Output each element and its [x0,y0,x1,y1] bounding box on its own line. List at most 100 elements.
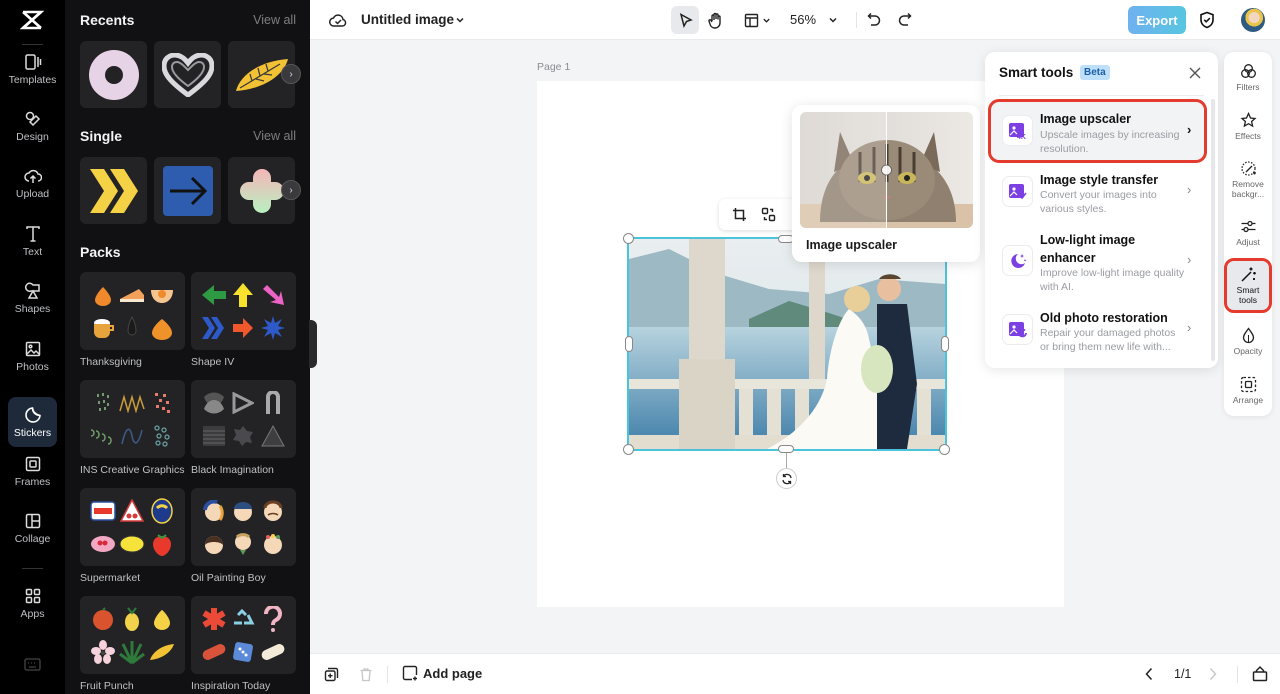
hand-tool-button[interactable] [706,10,726,30]
resize-handle-bottom-left[interactable] [623,444,634,455]
layout-menu-button[interactable] [740,10,774,30]
add-page-button[interactable]: Add page [402,665,482,681]
rail-label: Frames [14,475,51,488]
rail-item-photos[interactable]: Photos [8,331,57,381]
right-tool-smart-tools[interactable]: Smart tools [1224,258,1272,313]
sticker-arrow[interactable] [154,157,221,224]
cloud-sync-icon[interactable] [329,11,347,29]
bandage-icon [202,643,226,660]
resize-handle-right[interactable] [941,336,949,352]
tool-image-upscaler[interactable]: 4K Image upscaler Upscale images by incr… [988,99,1207,163]
resize-handle-left[interactable] [625,336,633,352]
selected-wedding-photo[interactable] [627,237,947,451]
pyramid-icon [261,424,286,446]
pumpkin-icon [152,318,173,340]
right-tool-remove-background[interactable]: Remove backgr... [1227,160,1269,199]
rail-item-stickers[interactable]: Stickers [8,397,57,447]
pack-inspiration-today[interactable] [191,596,296,674]
rail-item-design[interactable]: Design [8,101,57,151]
single-scroll-right-button[interactable]: › [281,180,301,200]
smart-tools-scrollbar[interactable] [1211,99,1215,361]
zoom-chevron-down-icon[interactable] [828,15,838,25]
page-panel-toggle-icon[interactable] [1252,665,1268,682]
duplicate-page-icon[interactable] [324,667,339,682]
resize-handle-bottom[interactable] [778,445,794,453]
rail-item-shapes[interactable]: Shapes [8,273,57,323]
rail-item-text[interactable]: Text [8,216,57,266]
rail-item-frames[interactable]: Frames [8,446,57,496]
style-transfer-icon [1008,183,1027,199]
right-tool-adjust[interactable]: Adjust [1227,218,1269,247]
replace-image-icon[interactable] [761,207,776,222]
close-icon[interactable] [1188,66,1202,80]
crop-icon[interactable] [732,207,747,222]
tool-low-light-enhancer[interactable]: Low-light image enhancer Improve low-lig… [991,226,1204,296]
tool-old-photo-restoration[interactable]: Old photo restoration Repair your damage… [991,304,1204,360]
rotate-handle[interactable] [776,468,797,489]
leaf-icon [150,643,175,660]
chevron-right-icon: › [1187,252,1192,267]
recents-scroll-right-button[interactable]: › [281,64,301,84]
collage-icon [25,513,40,528]
right-tool-effects[interactable]: Effects [1227,112,1269,141]
sticker-chrome-heart[interactable] [154,41,221,108]
keyboard-icon[interactable] [24,658,41,671]
delete-page-icon[interactable] [359,667,373,682]
select-tool-button[interactable] [671,6,699,34]
right-tool-label: Smart tools [1236,285,1260,305]
pack-fruit-punch[interactable] [80,596,185,674]
pack-black-imagination[interactable] [191,380,296,458]
resize-handle-top-left[interactable] [623,233,634,244]
previous-page-icon[interactable] [1144,667,1154,681]
tool-image-style-transfer[interactable]: Image style transfer Convert your images… [991,166,1204,224]
before-after-preview [800,112,973,228]
export-button[interactable]: Export [1128,6,1186,34]
pack-shape-iv[interactable] [191,272,296,350]
redo-icon[interactable] [898,12,912,27]
right-tool-opacity[interactable]: Opacity [1227,327,1269,356]
resize-handle-bottom-right[interactable] [939,444,950,455]
dice-icon [233,641,254,662]
pack-supermarket[interactable] [80,488,185,566]
blue-chevrons-icon [201,316,224,339]
right-tool-arrange[interactable]: Arrange [1227,376,1269,405]
svg-text:4K: 4K [1017,134,1026,140]
sticker-donut[interactable] [80,41,147,108]
face-icon [263,500,283,521]
single-view-all-link[interactable]: View all [253,129,296,143]
beta-badge: Beta [1080,65,1110,80]
rail-label: Apps [20,607,45,620]
sticker-chevrons[interactable] [80,157,147,224]
rail-item-collage[interactable]: Collage [8,503,57,553]
pack-oil-painting-boy[interactable] [191,488,296,566]
document-title[interactable]: Untitled image [361,12,454,27]
food-label-icon [90,500,116,521]
right-tool-filters[interactable]: Filters [1227,63,1269,92]
rail-item-upload[interactable]: Upload [8,158,57,208]
blob-icon [233,425,254,446]
pack-ins-creative-graphics[interactable] [80,380,185,458]
recents-view-all-link[interactable]: View all [253,13,296,27]
shield-check-icon[interactable] [1199,11,1215,29]
stickers-icon [24,406,41,423]
chevron-down-icon[interactable] [455,15,465,25]
image-context-toolbar [719,199,799,230]
next-page-icon[interactable] [1208,667,1218,681]
rail-item-apps[interactable]: Apps [8,578,57,628]
knot-icon [203,392,224,413]
zoom-level[interactable]: 56% [790,12,816,27]
pack-thanksgiving[interactable] [80,272,185,350]
frames-icon [25,456,40,471]
collapse-panel-handle[interactable] [309,320,317,368]
green-arrow-icon [201,284,226,305]
tool-description: Improve low-light image quality with AI. [1040,267,1185,293]
user-avatar[interactable] [1241,8,1265,32]
templates-icon [24,53,41,70]
pack-label: Supermarket [80,572,141,584]
rail-label: Templates [8,73,57,86]
yellow-arrow-icon [233,282,254,307]
pack-label: INS Creative Graphics [80,464,185,476]
divider [22,568,43,569]
rail-item-templates[interactable]: Templates [8,44,57,94]
undo-icon[interactable] [867,12,881,27]
